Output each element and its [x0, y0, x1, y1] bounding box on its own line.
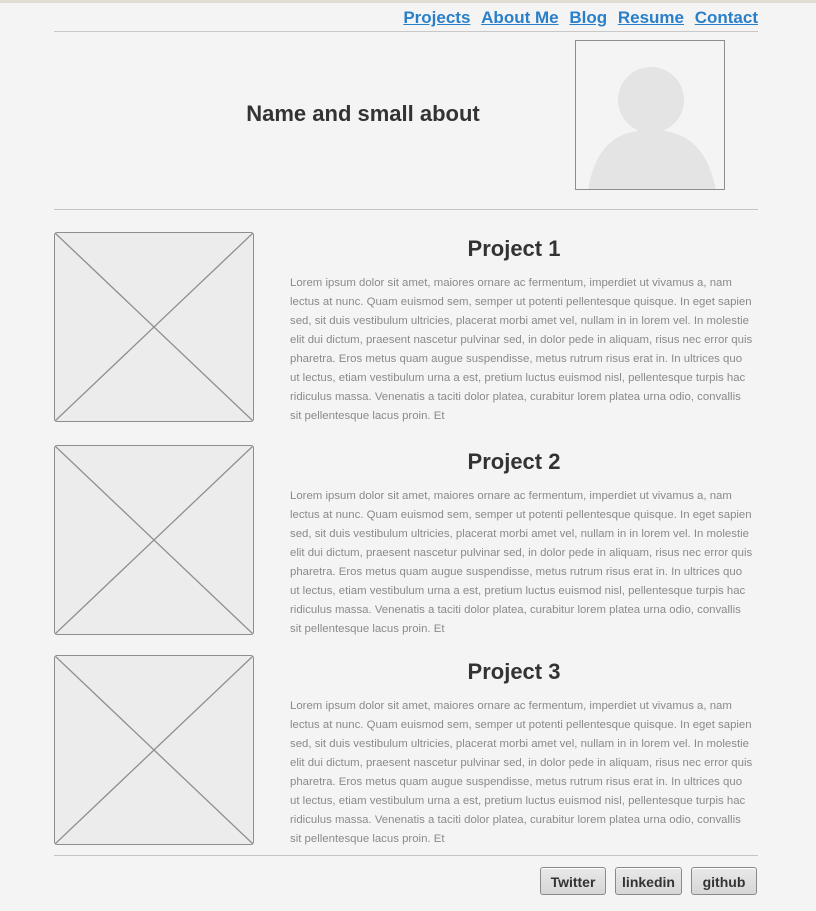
project-1-title: Project 1	[467, 236, 561, 261]
image-placeholder-icon	[55, 446, 253, 634]
top-accent-line	[0, 0, 816, 3]
project-1-description: Lorem ipsum dolor sit amet, maiores orna…	[290, 277, 753, 422]
avatar	[575, 40, 725, 190]
project-3-image[interactable]	[54, 655, 254, 845]
hero-divider	[54, 209, 758, 210]
project-2-description: Lorem ipsum dolor sit amet, maiores orna…	[290, 490, 753, 635]
github-button[interactable]: github	[691, 867, 757, 895]
nav-link-resume[interactable]: Resume	[618, 8, 684, 27]
project-3-description: Lorem ipsum dolor sit amet, maiores orna…	[290, 700, 753, 845]
nav-link-projects[interactable]: Projects	[403, 8, 470, 27]
image-placeholder-icon	[55, 656, 253, 844]
project-2-image[interactable]	[54, 445, 254, 635]
image-placeholder-icon	[55, 233, 253, 421]
project-3-title: Project 3	[467, 659, 561, 684]
nav-link-contact[interactable]: Contact	[695, 8, 758, 27]
twitter-button[interactable]: Twitter	[540, 867, 606, 895]
project-1-image[interactable]	[54, 232, 254, 422]
footer-divider	[54, 855, 758, 856]
nav-link-blog[interactable]: Blog	[569, 8, 607, 27]
linkedin-button[interactable]: linkedin	[615, 867, 682, 895]
top-nav: Projects About Me Blog Resume Contact	[54, 8, 758, 32]
user-avatar-placeholder-icon	[588, 67, 716, 189]
project-2-title: Project 2	[467, 449, 561, 474]
nav-link-about-me[interactable]: About Me	[481, 8, 558, 27]
hero-name-heading: Name and small about	[246, 101, 480, 126]
